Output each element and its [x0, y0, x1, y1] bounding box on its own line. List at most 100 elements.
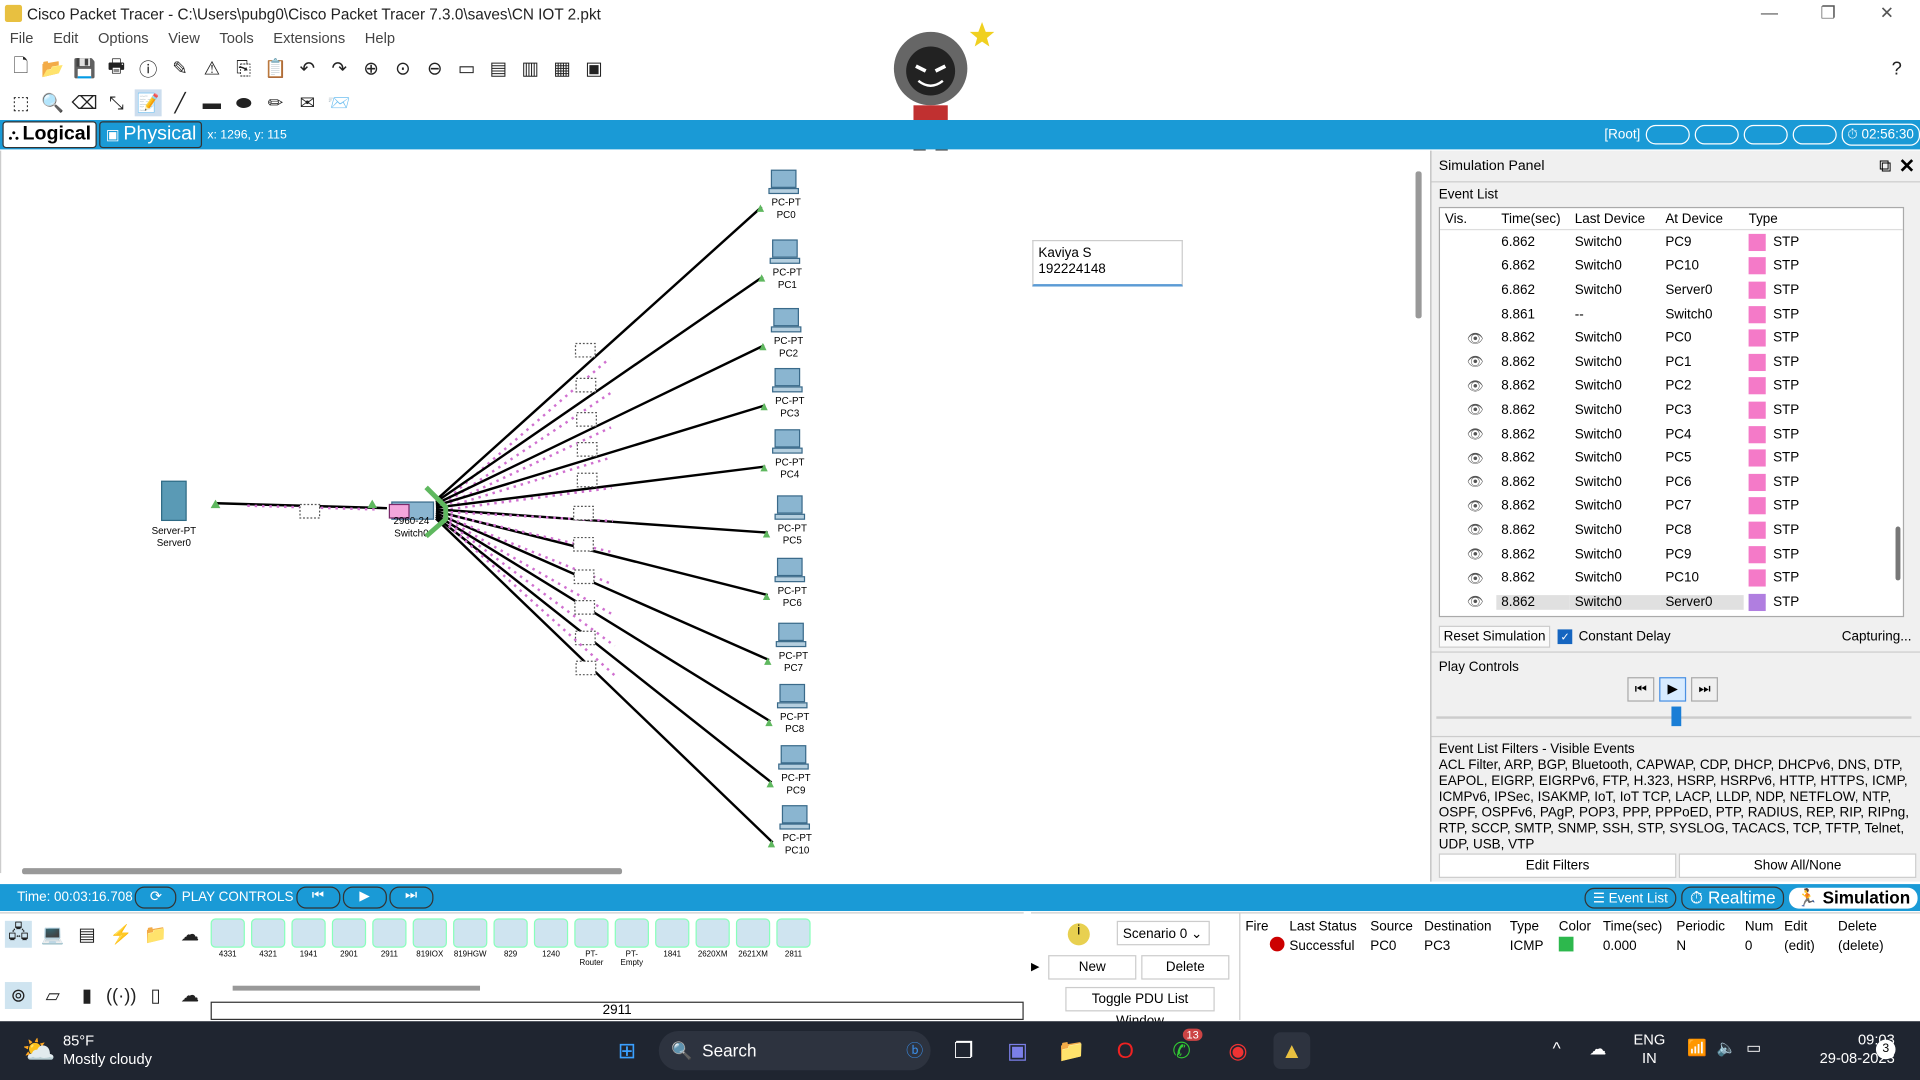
search-box[interactable]: 🔍 Search ⓑ — [658, 1031, 931, 1071]
collapse-arrow-icon[interactable]: ▶ — [1031, 960, 1039, 973]
eye-icon[interactable]: 👁 — [1440, 546, 1496, 562]
pc9-device[interactable]: PC-PTPC9 — [778, 745, 811, 797]
realtime-mode-button[interactable]: ⏱ Realtime — [1681, 885, 1785, 910]
close-button[interactable]: ✕ — [1859, 2, 1915, 26]
note-box[interactable]: Kaviya S 192224148 — [1032, 240, 1183, 287]
pdu-fire[interactable] — [1245, 936, 1289, 955]
pdu-col-header[interactable]: Last Status — [1289, 920, 1370, 935]
eye-icon[interactable]: 👁 — [1440, 426, 1496, 442]
minimize-button[interactable]: — — [1741, 2, 1797, 26]
edit-filters-button[interactable]: Edit Filters — [1438, 853, 1677, 878]
place-note-icon[interactable]: 📝 — [134, 89, 162, 117]
complex-pdu-icon[interactable]: 📨 — [326, 89, 353, 116]
play-button[interactable]: ▶ — [1659, 677, 1687, 702]
event-list-toggle[interactable]: ☰ Event List — [1584, 887, 1677, 908]
misc-icon[interactable]: 📁 — [142, 921, 169, 948]
menu-extensions[interactable]: Extensions — [264, 29, 355, 51]
pdu-delete[interactable]: (delete) — [1838, 939, 1911, 954]
eye-icon[interactable]: 👁 — [1440, 522, 1496, 538]
router-model-10[interactable]: PT-Empty — [614, 918, 649, 967]
bottom-forward-button[interactable]: ⏭ — [389, 886, 434, 909]
pdu-col-header[interactable]: Periodic — [1676, 920, 1745, 935]
col-vis[interactable]: Vis. — [1440, 211, 1496, 226]
save-icon[interactable]: 💾 — [71, 55, 98, 82]
notification-badge[interactable]: 3 — [1875, 1039, 1896, 1060]
network-devices-icon[interactable]: 🖧 — [4, 920, 32, 948]
menu-view[interactable]: View — [158, 29, 209, 51]
router-model-1[interactable]: 4321 — [251, 918, 286, 967]
weather-cloud-icon[interactable]: ⛅ — [22, 1035, 56, 1067]
new-scenario-button[interactable]: New — [1048, 955, 1137, 980]
pdu-col-header[interactable]: Fire — [1245, 920, 1289, 935]
multiuser-icon[interactable]: ☁ — [176, 921, 203, 948]
eye-icon[interactable]: 👁 — [1440, 594, 1496, 610]
pc3-device[interactable]: PC-PTPC3 — [772, 367, 805, 420]
draw-line-icon[interactable]: ╱ — [167, 89, 194, 116]
eye-icon[interactable]: 👁 — [1440, 354, 1496, 370]
pc1-device[interactable]: PC-PTPC1 — [769, 239, 802, 291]
router-model-12[interactable]: 2620XM — [695, 918, 730, 967]
forward-step-button[interactable]: ⏭ — [1691, 677, 1718, 702]
event-row[interactable]: 👁 8.862 Switch0 PC0 STP — [1440, 326, 1903, 350]
pdu-row[interactable]: Successful PC0 PC3 ICMP 0.000 N 0 (edit) (delete… — [1240, 934, 1920, 955]
router-model-7[interactable]: 829 — [493, 918, 528, 967]
pc7-device[interactable]: PC-PTPC7 — [775, 622, 808, 674]
help-icon[interactable]: ? — [1883, 55, 1910, 82]
router-model-5[interactable]: 819IOX — [412, 918, 447, 967]
show-all-none-button[interactable]: Show All/None — [1678, 853, 1917, 878]
eye-icon[interactable]: 👁 — [1440, 450, 1496, 466]
inspect-icon[interactable]: 🔍 — [39, 89, 66, 116]
event-row[interactable]: 👁 8.862 Switch0 PC8 STP — [1440, 518, 1903, 542]
link-switch-pc10[interactable] — [435, 517, 774, 844]
delete-icon[interactable]: ⌫ — [71, 89, 98, 116]
tab-logical[interactable]: ⛬ Logical — [2, 121, 98, 149]
pdu-col-header[interactable]: Edit — [1784, 920, 1838, 935]
menu-help[interactable]: Help — [355, 29, 405, 51]
components-icon[interactable]: ▤ — [73, 921, 100, 948]
cluster-icon[interactable]: ▦ — [549, 55, 576, 82]
set-background-icon[interactable] — [1792, 124, 1837, 145]
show-hidden-icons[interactable]: ^ — [1553, 1038, 1561, 1058]
paste-icon[interactable]: 📋 — [262, 55, 289, 82]
zoom-reset-icon[interactable]: ⊙ — [389, 55, 416, 82]
router-model-11[interactable]: 1841 — [655, 918, 690, 967]
network-info-icon[interactable]: ⚠ — [198, 55, 225, 82]
root-label[interactable]: [Root] — [1604, 127, 1640, 142]
routers-icon[interactable]: ⊚ — [4, 982, 32, 1009]
meet-chat-icon[interactable]: ▣ — [999, 1032, 1036, 1069]
resize-shape-icon[interactable]: ⤡ — [103, 89, 130, 116]
select-icon[interactable]: ⬚ — [7, 89, 34, 116]
eye-icon[interactable]: 👁 — [1440, 330, 1496, 346]
undock-icon[interactable]: ⧉ — [1879, 156, 1891, 177]
vertical-scrollbar[interactable] — [1415, 171, 1422, 319]
bottom-play-button[interactable]: ▶ — [342, 886, 387, 909]
opera-icon[interactable]: O — [1107, 1032, 1144, 1069]
event-list-scrollbar[interactable] — [1895, 526, 1901, 581]
pc2-device[interactable]: PC-PTPC2 — [770, 307, 803, 360]
event-row[interactable]: 👁 8.862 Switch0 PC1 STP — [1440, 350, 1903, 374]
event-row[interactable]: 👁 8.862 Switch0 PC4 STP — [1440, 422, 1903, 446]
chrome-icon[interactable]: ◉ — [1220, 1032, 1257, 1069]
event-row[interactable]: 6.862 Switch0 PC10 STP — [1440, 254, 1903, 278]
pdu-col-header[interactable]: Color — [1559, 920, 1603, 935]
pc0-device[interactable]: PC-PTPC0 — [768, 169, 801, 221]
envelope-pdu-pc6[interactable] — [573, 536, 594, 552]
link-switch-pc1[interactable] — [435, 275, 764, 504]
close-panel-icon[interactable]: ✕ — [1899, 154, 1915, 178]
hubs-icon[interactable]: ▮ — [73, 982, 100, 1009]
move-object-icon[interactable] — [1743, 124, 1788, 145]
pdu-col-header[interactable]: Delete — [1838, 920, 1911, 935]
event-row[interactable]: 👁 8.862 Switch0 PC3 STP — [1440, 398, 1903, 422]
new-cluster-icon[interactable] — [1694, 124, 1739, 145]
event-row[interactable]: 👁 8.862 Switch0 PC2 STP — [1440, 374, 1903, 398]
event-row[interactable]: 8.861 -- Switch0 STP — [1440, 302, 1903, 326]
menu-file[interactable]: File — [0, 29, 43, 51]
eye-icon[interactable]: 👁 — [1440, 474, 1496, 490]
new-file-icon[interactable]: 🗋 — [7, 55, 34, 82]
palette-scrollbar[interactable] — [232, 985, 481, 991]
envelope-pdu-server[interactable] — [299, 503, 321, 519]
event-row[interactable]: 6.862 Switch0 Server0 STP — [1440, 278, 1903, 302]
custom-devices-icon[interactable]: ▤ — [485, 55, 512, 82]
view-command-log-icon[interactable]: ▥ — [517, 55, 544, 82]
packet-tracer-taskbar-icon[interactable]: ▲ — [1273, 1032, 1311, 1069]
